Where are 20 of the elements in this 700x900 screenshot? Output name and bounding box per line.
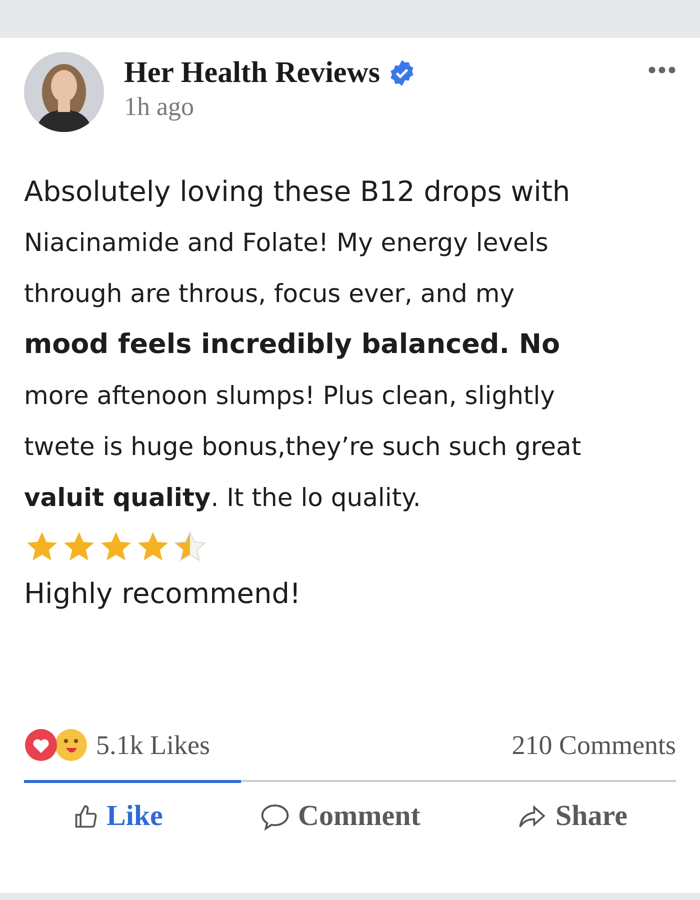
like-button[interactable]: Like bbox=[72, 800, 163, 833]
post-text-line: valuit quality. It the lo quality. bbox=[24, 482, 422, 514]
post-text-line: mood feels incredibly balanced. No bbox=[24, 328, 562, 362]
more-options-icon[interactable] bbox=[648, 66, 676, 74]
share-arrow-icon bbox=[517, 804, 548, 830]
author-name[interactable]: Her Health Reviews bbox=[124, 56, 380, 90]
share-button[interactable]: Share bbox=[517, 800, 628, 833]
post-time: 1h ago bbox=[124, 92, 196, 122]
post-text-line: more aftenoon slumps! Plus clean, slightly bbox=[24, 380, 556, 412]
post-text-line: Niacinamide and Folate! My energy levels bbox=[24, 227, 550, 259]
likes-count[interactable]: 5.1k Likes bbox=[96, 730, 210, 760]
post-text-line: twete is huge bonus,they’re such such great bbox=[24, 431, 582, 463]
closing-text: Highly recommend! bbox=[24, 577, 302, 610]
speech-bubble-icon bbox=[260, 802, 290, 830]
post-text-line: Absolutely loving these B12 drops with bbox=[24, 174, 572, 210]
comments-count[interactable]: 210 Comments bbox=[512, 730, 676, 760]
reaction-icons bbox=[24, 728, 88, 762]
thumbs-up-icon bbox=[72, 804, 99, 830]
post-text-line: through are throus, focus ever, and my bbox=[24, 278, 516, 310]
comment-button[interactable]: Comment bbox=[260, 800, 420, 833]
